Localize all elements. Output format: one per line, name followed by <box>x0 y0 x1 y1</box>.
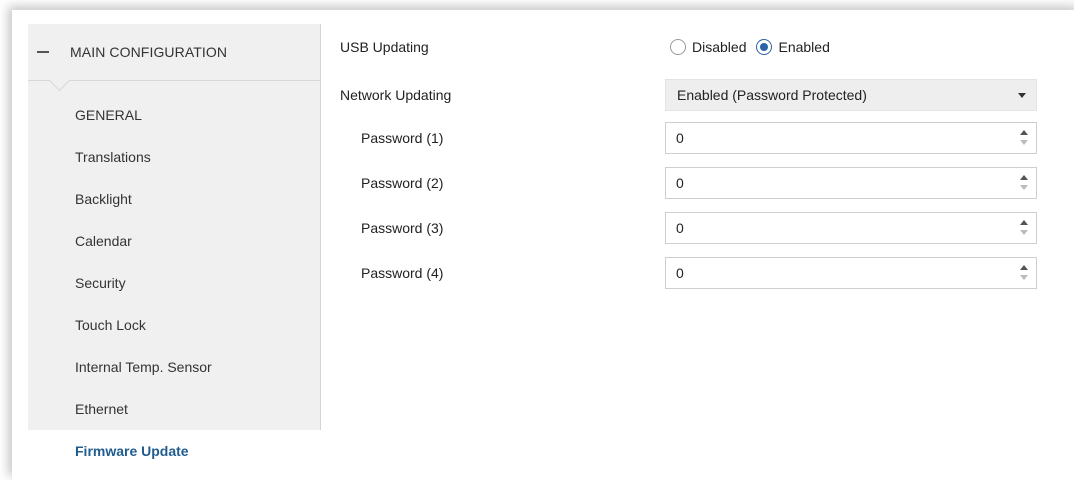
spin-up-icon[interactable] <box>1020 220 1028 225</box>
sidebar-item-touch-lock[interactable]: Touch Lock <box>28 304 320 346</box>
network-updating-dropdown[interactable]: Enabled (Password Protected) <box>665 79 1037 111</box>
usb-updating-label: USB Updating <box>340 39 429 55</box>
radio-disabled-label[interactable]: Disabled <box>692 39 746 55</box>
password-3-value: 0 <box>676 220 684 236</box>
section-label: MAIN CONFIGURATION <box>70 44 228 60</box>
password-4-label: Password (4) <box>361 265 444 281</box>
network-updating-row: Network Updating Enabled (Password Prote… <box>320 79 1074 111</box>
password-3-input[interactable]: 0 <box>665 212 1037 244</box>
section-header-main-configuration[interactable]: MAIN CONFIGURATION <box>28 24 320 92</box>
spin-down-icon[interactable] <box>1020 140 1028 145</box>
password-1-input[interactable]: 0 <box>665 122 1037 154</box>
password-3-label: Password (3) <box>361 220 444 236</box>
password-2-input[interactable]: 0 <box>665 167 1037 199</box>
spin-down-icon[interactable] <box>1020 275 1028 280</box>
password-4-value: 0 <box>676 265 684 281</box>
caret-down-icon <box>1018 93 1026 98</box>
spinner-arrows-icon[interactable] <box>1020 175 1028 191</box>
spinner-arrows-icon[interactable] <box>1020 265 1028 281</box>
password-1-value: 0 <box>676 130 684 146</box>
spinner-arrows-icon[interactable] <box>1020 220 1028 236</box>
password-4-row: Password (4) 0 <box>320 257 1074 289</box>
section-pointer <box>48 69 71 92</box>
sidebar-item-ethernet[interactable]: Ethernet <box>28 388 320 430</box>
spin-down-icon[interactable] <box>1020 230 1028 235</box>
spin-up-icon[interactable] <box>1020 265 1028 270</box>
spin-up-icon[interactable] <box>1020 130 1028 135</box>
settings-panel: USB Updating Disabled Enabled Network Up… <box>320 24 1074 472</box>
sidebar-item-security[interactable]: Security <box>28 262 320 304</box>
password-4-input[interactable]: 0 <box>665 257 1037 289</box>
network-updating-value: Enabled (Password Protected) <box>677 87 867 103</box>
password-1-label: Password (1) <box>361 130 444 146</box>
sidebar-item-calendar[interactable]: Calendar <box>28 220 320 262</box>
usb-updating-row: USB Updating Disabled Enabled <box>320 31 1074 63</box>
password-2-value: 0 <box>676 175 684 191</box>
spin-up-icon[interactable] <box>1020 175 1028 180</box>
spin-down-icon[interactable] <box>1020 185 1028 190</box>
network-updating-label: Network Updating <box>340 87 452 103</box>
sidebar-item-translations[interactable]: Translations <box>28 136 320 178</box>
sidebar-item-firmware-update[interactable]: Firmware Update <box>28 430 321 472</box>
sidebar: MAIN CONFIGURATION GENERAL Translations … <box>28 24 321 472</box>
password-1-row: Password (1) 0 <box>320 122 1074 154</box>
password-2-label: Password (2) <box>361 175 444 191</box>
spinner-arrows-icon[interactable] <box>1020 130 1028 146</box>
sidebar-item-backlight[interactable]: Backlight <box>28 178 320 220</box>
minus-icon[interactable] <box>37 51 49 53</box>
radio-enabled-label[interactable]: Enabled <box>778 39 829 55</box>
usb-updating-radio-group: Disabled Enabled <box>670 39 840 55</box>
password-3-row: Password (3) 0 <box>320 212 1074 244</box>
radio-enabled[interactable] <box>756 39 773 55</box>
radio-disabled[interactable] <box>670 39 686 55</box>
sidebar-item-general[interactable]: GENERAL <box>28 94 320 136</box>
password-2-row: Password (2) 0 <box>320 167 1074 199</box>
sidebar-item-internal-temp-sensor[interactable]: Internal Temp. Sensor <box>28 346 320 388</box>
